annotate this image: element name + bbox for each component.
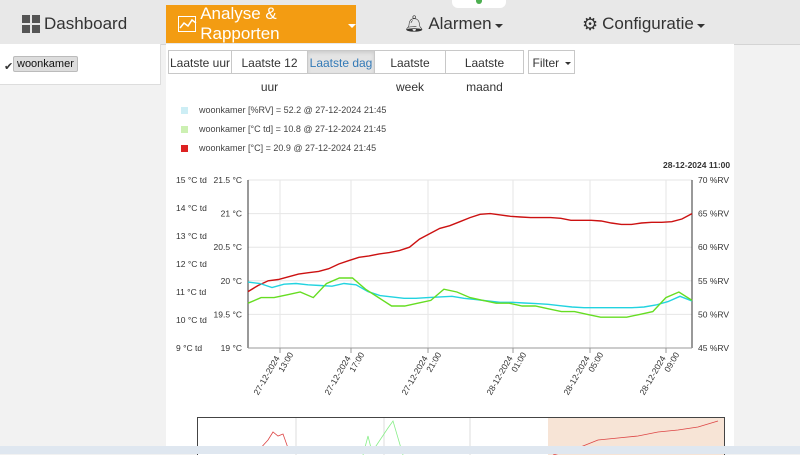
sensor-panel: ✔ woonkamer: [0, 44, 161, 85]
y-tick-c: 20.5 °C: [214, 242, 242, 252]
chart-panel: Laatste uur Laatste 12 uur Laatste dag L…: [166, 44, 734, 455]
legend-swatch-td: [181, 126, 188, 133]
notch: [452, 0, 506, 8]
filter-label: Filter: [532, 56, 560, 70]
x-tick-label: 27-12-202421:00: [399, 345, 443, 402]
nav-analyse[interactable]: Analyse & Rapporten: [166, 4, 356, 43]
legend-label-c: woonkamer [°C] = 20.9 @ 27-12-2024 21:45: [199, 143, 377, 153]
x-tick-label: 27-12-202417:00: [322, 345, 366, 402]
y-tick-c: 20 °C: [221, 276, 242, 286]
y-tick-rv: 70 %RV: [698, 175, 729, 185]
x-tick-label: 28-12-202405:00: [561, 345, 605, 402]
nav-configuratie[interactable]: ⚙ Configuratie: [582, 5, 705, 43]
range-button-dag[interactable]: Laatste dag: [307, 50, 375, 74]
y-tick-td: 12 °C td: [176, 259, 207, 269]
series-line: [247, 281, 693, 309]
x-tick-label: 27-12-202413:00: [251, 345, 295, 402]
y-tick-c: 19 °C: [221, 343, 242, 353]
caret-down-icon: [564, 62, 571, 66]
nav-configuratie-label: Configuratie: [602, 14, 694, 33]
chart-icon: [178, 16, 197, 32]
legend-swatch-c: [181, 145, 188, 152]
gear-icon: ⚙: [582, 13, 599, 34]
range-button-12uur[interactable]: Laatste 12 uur: [231, 50, 308, 94]
nav-alarmen[interactable]: 🔔︎ Alarmen: [404, 5, 503, 43]
y-tick-td: 15 °C td: [176, 175, 207, 185]
nav-analyse-label: Analyse & Rapporten: [200, 4, 280, 43]
y-tick-rv: 60 %RV: [698, 242, 729, 252]
series-line: [247, 212, 693, 293]
y-tick-c: 19.5 °C: [214, 309, 242, 319]
range-button-maand[interactable]: Laatste maand: [445, 50, 524, 94]
nav-dashboard[interactable]: Dashboard: [22, 5, 127, 43]
range-button-week[interactable]: Laatste week: [374, 50, 446, 94]
check-icon[interactable]: ✔: [4, 60, 13, 73]
y-tick-c: 21.5 °C: [214, 175, 242, 185]
legend-label-td: woonkamer [°C td] = 10.8 @ 27-12-2024 21…: [199, 124, 387, 134]
y-tick-td: 13 °C td: [176, 231, 207, 241]
legend-swatch-rv: [181, 107, 188, 114]
y-tick-td: 10 °C td: [176, 315, 207, 325]
taskbar: [0, 446, 800, 454]
y-tick-td: 14 °C td: [176, 203, 207, 213]
y-tick-rv: 50 %RV: [698, 309, 729, 319]
y-tick-rv: 45 %RV: [698, 343, 729, 353]
sensor-tag[interactable]: woonkamer: [13, 56, 78, 72]
x-tick-label: 28-12-202401:00: [484, 345, 528, 402]
nav-alarmen-label: Alarmen: [428, 14, 492, 33]
y-tick-rv: 65 %RV: [698, 209, 729, 219]
caret-down-icon: [494, 23, 503, 28]
y-tick-td: 9 °C td: [176, 343, 202, 353]
nav-bar: Dashboard Analyse & Rapporten 🔔︎ Alarmen…: [0, 0, 800, 45]
y-tick-rv: 55 %RV: [698, 276, 729, 286]
hover-label: 28-12-2024 11:00: [663, 160, 731, 170]
caret-down-icon: [696, 23, 705, 28]
x-tick-label: 28-12-202409:00: [637, 345, 681, 402]
grid-icon: [22, 15, 40, 33]
legend-label-rv: woonkamer [%RV] = 52.2 @ 27-12-2024 21:4…: [199, 105, 387, 115]
nav-dashboard-label: Dashboard: [44, 14, 128, 33]
bell-icon: 🔔︎: [404, 16, 425, 33]
y-tick-td: 11 °C td: [176, 287, 206, 297]
caret-down-icon: [348, 23, 356, 28]
y-tick-c: 21 °C: [221, 209, 242, 219]
line-chart: 21.5 °C 70 %RV 21 °C 65 %RV 20.5 °C 60 %RV 20 …: [176, 175, 729, 402]
series-line: [247, 277, 693, 318]
filter-button[interactable]: Filter: [528, 50, 575, 74]
range-button-uur[interactable]: Laatste uur: [168, 50, 232, 74]
